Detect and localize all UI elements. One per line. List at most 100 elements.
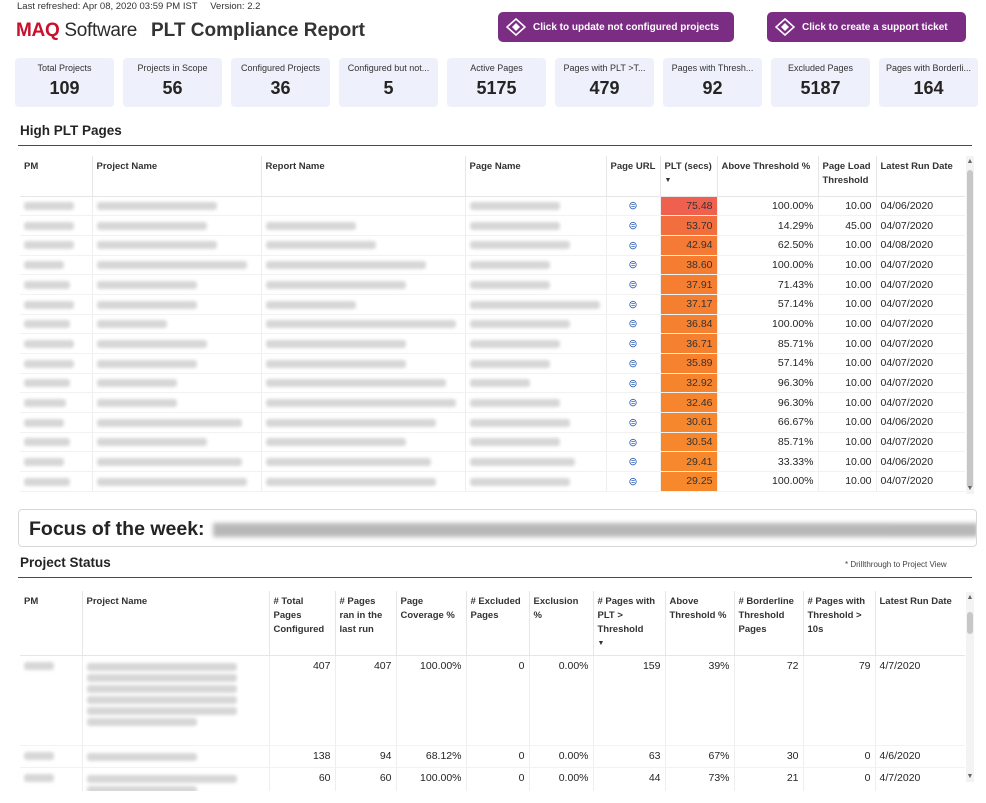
table-row[interactable]: ⊜ 75.48 100.00% 10.00 04/06/2020 — [20, 196, 965, 217]
table-row[interactable]: ⊜ 32.92 96.30% 10.00 04/07/2020 — [20, 373, 965, 394]
table-row[interactable]: ⊜ 29.25 100.00% 10.00 04/07/2020 — [20, 471, 965, 492]
page-url-cell[interactable]: ⊜ — [606, 255, 661, 276]
plt-value: 36.71 — [660, 333, 718, 354]
column-header[interactable]: # Pages with PLT > Threshold ▼ — [593, 591, 666, 656]
column-header[interactable]: # Pages with Threshold > 10s — [803, 591, 876, 656]
column-header[interactable]: PM — [20, 591, 83, 656]
plt-value: 42.94 — [660, 235, 718, 256]
column-header[interactable]: Latest Run Date — [875, 591, 965, 656]
page-load-threshold: 10.00 — [818, 412, 877, 433]
column-header[interactable]: # Total Pages Configured — [269, 591, 336, 656]
page-url-cell[interactable]: ⊜ — [606, 392, 661, 414]
redacted-text — [265, 379, 446, 388]
column-header[interactable]: Above Threshold % — [665, 591, 735, 656]
link-icon[interactable]: ⊜ — [628, 338, 637, 350]
link-icon[interactable]: ⊜ — [628, 259, 637, 271]
redacted-cell — [465, 255, 607, 276]
link-icon[interactable]: ⊜ — [628, 476, 637, 488]
table-row[interactable]: 138 94 68.12% 0 0.00% 63 67% 30 0 4/6/2020 — [20, 745, 965, 768]
page-load-threshold: 10.00 — [818, 333, 877, 354]
column-header[interactable]: Report Name — [261, 156, 466, 197]
link-icon[interactable]: ⊜ — [628, 437, 637, 449]
table-row[interactable]: ⊜ 37.91 71.43% 10.00 04/07/2020 — [20, 274, 965, 295]
page-url-cell[interactable]: ⊜ — [606, 196, 661, 217]
table-row[interactable]: ⊜ 53.70 14.29% 45.00 04/07/2020 — [20, 215, 965, 236]
table-row[interactable]: ⊜ 36.71 85.71% 10.00 04/07/2020 — [20, 333, 965, 354]
column-header[interactable]: PM — [20, 156, 93, 197]
link-icon[interactable]: ⊜ — [628, 378, 637, 390]
page-url-cell[interactable]: ⊜ — [606, 235, 661, 256]
redacted-cell — [82, 655, 270, 746]
latest-run-date: 04/07/2020 — [876, 373, 965, 394]
scroll-up-icon[interactable]: ▲ — [966, 158, 974, 165]
plt-value: 32.92 — [660, 373, 718, 394]
table-row[interactable]: ⊜ 32.46 96.30% 10.00 04/07/2020 — [20, 392, 965, 414]
column-header[interactable]: Above Threshold % — [717, 156, 819, 197]
scroll-thumb[interactable] — [967, 170, 973, 488]
table-row[interactable]: ⊜ 30.61 66.67% 10.00 04/06/2020 — [20, 412, 965, 433]
page-url-cell[interactable]: ⊜ — [606, 353, 661, 374]
column-header[interactable]: Latest Run Date — [876, 156, 965, 197]
link-icon[interactable]: ⊜ — [628, 240, 637, 252]
support-ticket-button[interactable]: Click to create a support ticket — [767, 12, 966, 42]
table-row[interactable]: ⊜ 37.17 57.14% 10.00 04/07/2020 — [20, 294, 965, 315]
column-header[interactable]: Project Name — [82, 591, 270, 656]
link-icon[interactable]: ⊜ — [628, 456, 637, 468]
page-url-cell[interactable]: ⊜ — [606, 471, 661, 492]
column-header[interactable]: # Borderline Threshold Pages — [734, 591, 804, 656]
page-url-cell[interactable]: ⊜ — [606, 451, 661, 473]
table-row[interactable]: 60 60 100.00% 0 0.00% 44 73% 21 0 4/7/2020 — [20, 767, 965, 791]
scroll-up-icon[interactable]: ▲ — [966, 594, 974, 601]
table-row[interactable]: ⊜ 38.60 100.00% 10.00 04/07/2020 — [20, 255, 965, 276]
page-url-cell[interactable]: ⊜ — [606, 274, 661, 295]
scroll-thumb[interactable] — [967, 612, 973, 634]
link-icon[interactable]: ⊜ — [628, 200, 637, 212]
table-row[interactable]: ⊜ 30.54 85.71% 10.00 04/07/2020 — [20, 432, 965, 453]
link-icon[interactable]: ⊜ — [628, 299, 637, 311]
page-url-cell[interactable]: ⊜ — [606, 412, 661, 433]
high-plt-scrollbar[interactable]: ▲ ▼ — [966, 156, 974, 494]
link-icon[interactable]: ⊜ — [628, 220, 637, 232]
project-status-scrollbar[interactable]: ▲ ▼ — [966, 592, 974, 782]
link-icon[interactable]: ⊜ — [628, 358, 637, 370]
status-coverage: 100.00% — [396, 767, 467, 791]
plt-value: 32.46 — [660, 392, 718, 414]
link-icon[interactable]: ⊜ — [628, 318, 637, 330]
redacted-text — [469, 202, 560, 211]
column-header[interactable]: Page Name — [465, 156, 607, 197]
scroll-down-icon[interactable]: ▼ — [966, 773, 974, 780]
table-row[interactable]: 407 407 100.00% 0 0.00% 159 39% 72 79 4/7/2020 — [20, 655, 965, 746]
page-url-cell[interactable]: ⊜ — [606, 215, 661, 236]
page-url-cell[interactable]: ⊜ — [606, 373, 661, 394]
column-header[interactable]: Page Coverage % — [396, 591, 467, 656]
redacted-text — [265, 438, 406, 447]
column-header[interactable]: # Pages ran in the last run — [335, 591, 397, 656]
scroll-down-icon[interactable]: ▼ — [966, 485, 974, 492]
kpi-label: Total Projects — [37, 63, 92, 73]
update-projects-button[interactable]: Click to update not configured projects — [498, 12, 734, 42]
column-header[interactable]: # Excluded Pages — [466, 591, 530, 656]
page-url-cell[interactable]: ⊜ — [606, 432, 661, 453]
table-row[interactable]: ⊜ 42.94 62.50% 10.00 04/08/2020 — [20, 235, 965, 256]
kpi-label: Excluded Pages — [787, 63, 854, 73]
link-icon[interactable]: ⊜ — [628, 417, 637, 429]
sort-desc-icon[interactable]: ▼ — [665, 174, 713, 188]
plt-value: 29.41 — [660, 451, 718, 473]
table-row[interactable]: ⊜ 29.41 33.33% 10.00 04/06/2020 — [20, 451, 965, 473]
page-url-cell[interactable]: ⊜ — [606, 314, 661, 335]
link-icon[interactable]: ⊜ — [628, 397, 637, 409]
column-header[interactable]: Page Load Threshold — [818, 156, 877, 197]
redacted-text — [469, 477, 570, 486]
column-header[interactable]: Exclusion % — [529, 591, 594, 656]
table-row[interactable]: ⊜ 36.84 100.00% 10.00 04/07/2020 — [20, 314, 965, 335]
sort-desc-icon[interactable]: ▼ — [598, 637, 661, 651]
page-url-cell[interactable]: ⊜ — [606, 333, 661, 354]
column-header[interactable]: Page URL — [606, 156, 661, 197]
redacted-text — [265, 477, 436, 486]
column-header[interactable]: PLT (secs) ▼ — [660, 156, 718, 197]
table-row[interactable]: ⊜ 35.89 57.14% 10.00 04/07/2020 — [20, 353, 965, 374]
status-coverage: 68.12% — [396, 745, 467, 768]
link-icon[interactable]: ⊜ — [628, 279, 637, 291]
column-header[interactable]: Project Name — [92, 156, 262, 197]
page-url-cell[interactable]: ⊜ — [606, 294, 661, 315]
